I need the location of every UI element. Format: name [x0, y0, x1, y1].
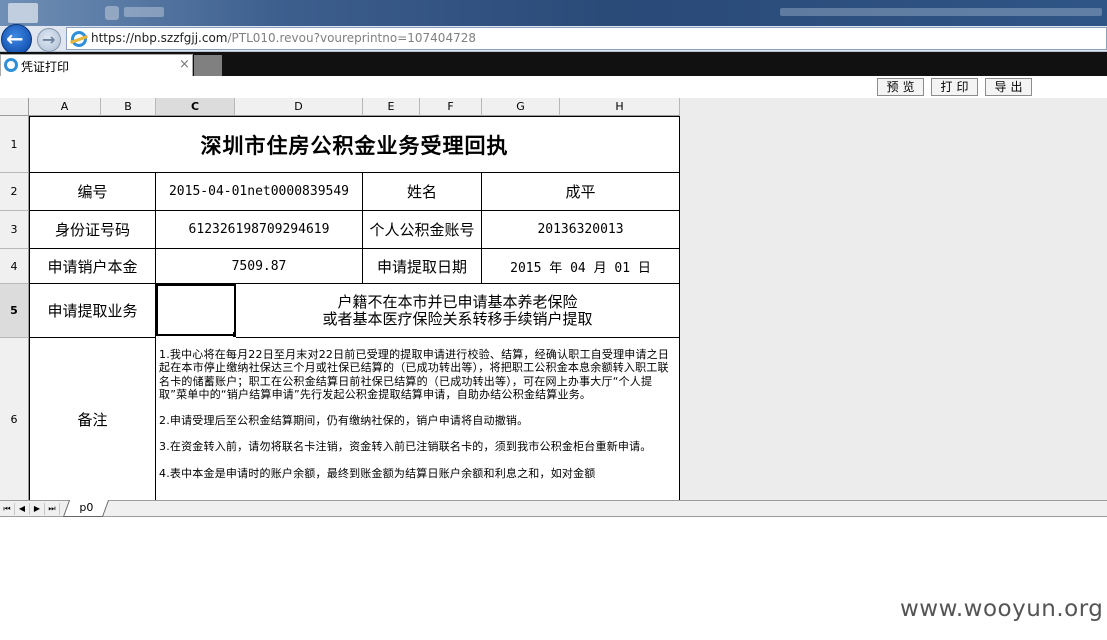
export-button[interactable]: 导出 — [985, 78, 1032, 96]
tab-ie-icon — [4, 58, 18, 72]
column-header-e[interactable]: E — [363, 98, 420, 116]
row-header-6[interactable]: 6 — [0, 338, 29, 500]
tab-close-icon[interactable]: × — [179, 57, 190, 72]
note-2: 2.申请受理后至公积金结算期间，仍有缴纳社保的，销户申请将自动撤销。 — [159, 414, 529, 428]
principal-value: 7509.87 — [156, 249, 363, 284]
account-label: 个人公积金账号 — [363, 211, 482, 249]
watermark-text: www.wooyun.org — [900, 596, 1104, 622]
business-value: 户籍不在本市并已申请基本养老保险 或者基本医疗保险关系转移手续销户提取 — [236, 284, 680, 338]
note-3: 3.在资金转入前，请勿将联名卡注销，资金转入前已注销联名卡的，须到我市公积金柜台… — [159, 440, 652, 454]
print-button[interactable]: 打印 — [931, 78, 978, 96]
address-input[interactable]: https://nbp.szzfgjj.com/PTL010.revou?vou… — [66, 27, 1107, 50]
name-value: 成平 — [482, 173, 680, 211]
row-header-2[interactable]: 2 — [0, 173, 29, 211]
column-header-f[interactable]: F — [420, 98, 482, 116]
name-label: 姓名 — [363, 173, 482, 211]
report-toolbar: 预览 打印 导出 — [0, 76, 1107, 98]
row-header-5[interactable]: 5 — [0, 284, 29, 338]
back-button[interactable]: ← — [1, 24, 32, 55]
principal-label: 申请销户本金 — [30, 249, 156, 284]
sheet-tab-p0[interactable]: p0 — [62, 500, 110, 517]
preview-button[interactable]: 预览 — [877, 78, 924, 96]
business-value-line-1: 户籍不在本市并已申请基本养老保险 — [337, 292, 578, 311]
tab-strip: 凭证打印 × — [0, 52, 1107, 76]
row-header-4[interactable]: 4 — [0, 249, 29, 284]
row-header-1[interactable]: 1 — [0, 116, 29, 173]
notes-label: 备注 — [30, 338, 156, 500]
column-header-g[interactable]: G — [482, 98, 560, 116]
back-arrow-icon: ← — [6, 27, 24, 51]
select-all-corner[interactable] — [0, 98, 29, 116]
forward-button[interactable]: → — [37, 28, 61, 52]
date-value: 2015 年 04 月 01 日 — [482, 249, 680, 284]
forward-arrow-icon: → — [42, 30, 56, 49]
sheet-tab-label: p0 — [79, 501, 94, 514]
column-header-h[interactable]: H — [560, 98, 680, 116]
notes-content: 1.我中心将在每月22日至月末对22日前已受理的提取申请进行校验、结算，经确认职… — [156, 338, 680, 500]
tab-voucher-print[interactable]: 凭证打印 × — [0, 54, 193, 76]
id-number-label: 身份证号码 — [30, 211, 156, 249]
title-bar-blurred-text — [124, 7, 164, 17]
business-value-line-2: 或者基本医疗保险关系转移手续销户提取 — [322, 309, 593, 328]
selected-cell-c5[interactable] — [156, 284, 236, 336]
url-text: https://nbp.szzfgjj.com/PTL010.revou?vou… — [91, 31, 476, 45]
window-icon — [8, 3, 38, 23]
account-value: 20136320013 — [482, 211, 680, 249]
column-header-c[interactable]: C — [156, 98, 235, 116]
business-label: 申请提取业务 — [30, 284, 156, 338]
first-sheet-icon[interactable]: ⏮ — [0, 503, 15, 515]
serial-label: 编号 — [30, 173, 156, 211]
screen: ← → https://nbp.szzfgjj.com/PTL010.revou… — [0, 0, 1107, 640]
row-header-3[interactable]: 3 — [0, 211, 29, 249]
last-sheet-icon[interactable]: ⏭ — [45, 503, 60, 515]
ie-logo-icon — [71, 31, 87, 47]
id-number-value: 612326198709294619 — [156, 211, 363, 249]
window-title-bar — [0, 0, 1107, 26]
sheet-tab-bar: ⏮ ◀ ▶ ⏭ p0 — [0, 500, 1107, 517]
new-tab-button[interactable] — [194, 55, 222, 76]
note-1: 1.我中心将在每月22日至月末对22日前已受理的提取申请进行校验、结算，经确认职… — [159, 348, 670, 401]
url-path: /PTL010.revou?voureprintno=107404728 — [227, 31, 476, 45]
note-4: 4.表中本金是申请时的账户余额，最终到账金额为结算日账户余额和利息之和，如对金额 — [159, 466, 596, 480]
column-header-a[interactable]: A — [29, 98, 101, 116]
receipt-title: 深圳市住房公积金业务受理回执 — [30, 117, 680, 173]
address-bar-row: ← → https://nbp.szzfgjj.com/PTL010.revou… — [0, 24, 1107, 55]
tab-title: 凭证打印 — [21, 60, 70, 74]
column-header-b[interactable]: B — [101, 98, 156, 116]
title-bar-blurred-text-right — [780, 8, 1102, 16]
serial-value: 2015-04-01net0000839549 — [156, 173, 363, 211]
title-bar-icon — [105, 6, 119, 20]
column-header-d[interactable]: D — [235, 98, 363, 116]
next-sheet-icon[interactable]: ▶ — [30, 503, 45, 515]
date-label: 申请提取日期 — [363, 249, 482, 284]
url-host: https://nbp.szzfgjj.com — [91, 31, 228, 45]
prev-sheet-icon[interactable]: ◀ — [15, 503, 30, 515]
spreadsheet-viewer: A B C D E F G H 1 2 3 4 5 6 深圳市住房公积金业务受理… — [0, 98, 1107, 500]
